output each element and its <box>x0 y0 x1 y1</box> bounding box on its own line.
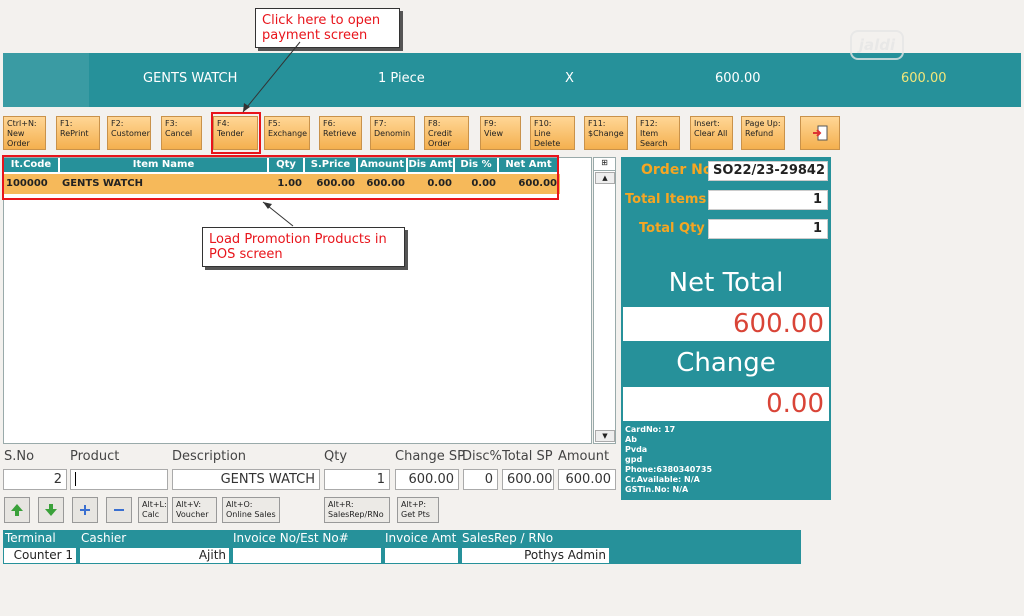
customer-info-line: CardNo: 17 <box>625 425 676 434</box>
minus-icon <box>114 509 124 511</box>
move-up-button[interactable] <box>4 497 30 523</box>
customer-info-line: Ab <box>625 435 637 444</box>
summary-panel: Order No SO22/23-29842 Total Items 1 Tot… <box>621 157 831 500</box>
description-label: Description <box>172 449 247 464</box>
order-no-value: SO22/23-29842 <box>708 161 828 181</box>
customer-info-line: Phone:6380340735 <box>625 465 713 474</box>
customer-info-line: GSTin.No: N/A <box>625 485 689 494</box>
arrow-up-icon <box>11 504 23 516</box>
button-label-line: Calc <box>142 510 160 519</box>
product-input[interactable] <box>70 469 168 490</box>
button-label-line: Online Sales <box>226 510 276 519</box>
salesrep-value: Pothys Admin <box>462 548 609 563</box>
customer-info-line: Pvda <box>625 445 648 454</box>
sno-label: S.No <box>4 449 35 464</box>
amount-field[interactable]: 600.00 <box>558 469 616 490</box>
add-qty-button[interactable] <box>72 497 98 523</box>
arrow-down-icon <box>45 504 57 516</box>
invoice-value <box>233 548 381 563</box>
qty-label: Qty <box>324 449 348 464</box>
shortcut-button-online-sales[interactable]: Alt+O: Online Sales <box>222 497 280 523</box>
button-label-line: Alt+O: <box>226 500 253 509</box>
terminal-value: Counter 1 <box>4 548 76 563</box>
net-total-label: Net Total <box>668 268 784 298</box>
shortcut-button-get-pts[interactable]: Alt+P: Get Pts <box>397 497 439 523</box>
move-down-button[interactable] <box>38 497 64 523</box>
invoice-amt-value <box>385 548 458 563</box>
cashier-label: Cashier <box>81 531 127 545</box>
button-label-line: SalesRep/RNo <box>328 510 384 519</box>
invoice-label: Invoice No/Est No# <box>233 531 349 545</box>
total-qty-value: 1 <box>708 219 828 239</box>
disc-label: Disc% <box>462 449 502 464</box>
button-label-line: Alt+P: <box>401 500 427 509</box>
qty-field[interactable]: 1 <box>324 469 390 490</box>
customer-info: CardNo: 17 Ab Pvda gpd Phone:6380340735 Cr.Av… <box>625 425 712 495</box>
total-sp-field[interactable]: 600.00 <box>502 469 554 490</box>
change-label: Change <box>676 348 776 378</box>
button-label-line: Alt+V: <box>176 500 202 509</box>
net-total-value: 600.00 <box>623 307 829 341</box>
plus-icon <box>80 505 90 515</box>
annotation-arrows <box>242 41 301 227</box>
terminal-label: Terminal <box>5 531 56 545</box>
sno-field[interactable]: 2 <box>3 469 67 490</box>
total-sp-label: Total SP <box>502 449 553 464</box>
order-no-label: Order No <box>641 162 713 178</box>
total-items-label: Total Items <box>625 192 707 207</box>
change-value: 0.00 <box>623 387 829 421</box>
button-label-line: Alt+L: <box>142 500 167 509</box>
shortcut-button-voucher[interactable]: Alt+V: Voucher <box>172 497 217 523</box>
status-bar: Terminal Cashier Invoice No/Est No# Invo… <box>3 530 801 564</box>
total-qty-label: Total Qty <box>639 221 705 236</box>
button-label-line: Get Pts <box>401 510 430 519</box>
button-label-line: Voucher <box>176 510 209 519</box>
shortcut-button-salesrep-rno[interactable]: Alt+R: SalesRep/RNo <box>324 497 390 523</box>
disc-field[interactable]: 0 <box>463 469 498 490</box>
change-sp-label: Change SP <box>395 449 465 464</box>
reduce-qty-button[interactable] <box>106 497 132 523</box>
description-field[interactable]: GENTS WATCH <box>172 469 320 490</box>
button-label-line: Alt+R: <box>328 500 354 509</box>
total-items-value: 1 <box>708 190 828 210</box>
amount-label: Amount <box>558 449 610 464</box>
salesrep-label: SalesRep / RNo <box>462 531 554 545</box>
change-sp-field[interactable]: 600.00 <box>395 469 459 490</box>
invoice-amt-label: Invoice Amt <box>385 531 457 545</box>
shortcut-button-calc[interactable]: Alt+L: Calc <box>138 497 168 523</box>
customer-info-line: Cr.Available: N/A <box>625 475 700 484</box>
cashier-value: Ajith <box>80 548 229 563</box>
customer-info-line: gpd <box>625 455 643 464</box>
product-label: Product <box>70 449 120 464</box>
